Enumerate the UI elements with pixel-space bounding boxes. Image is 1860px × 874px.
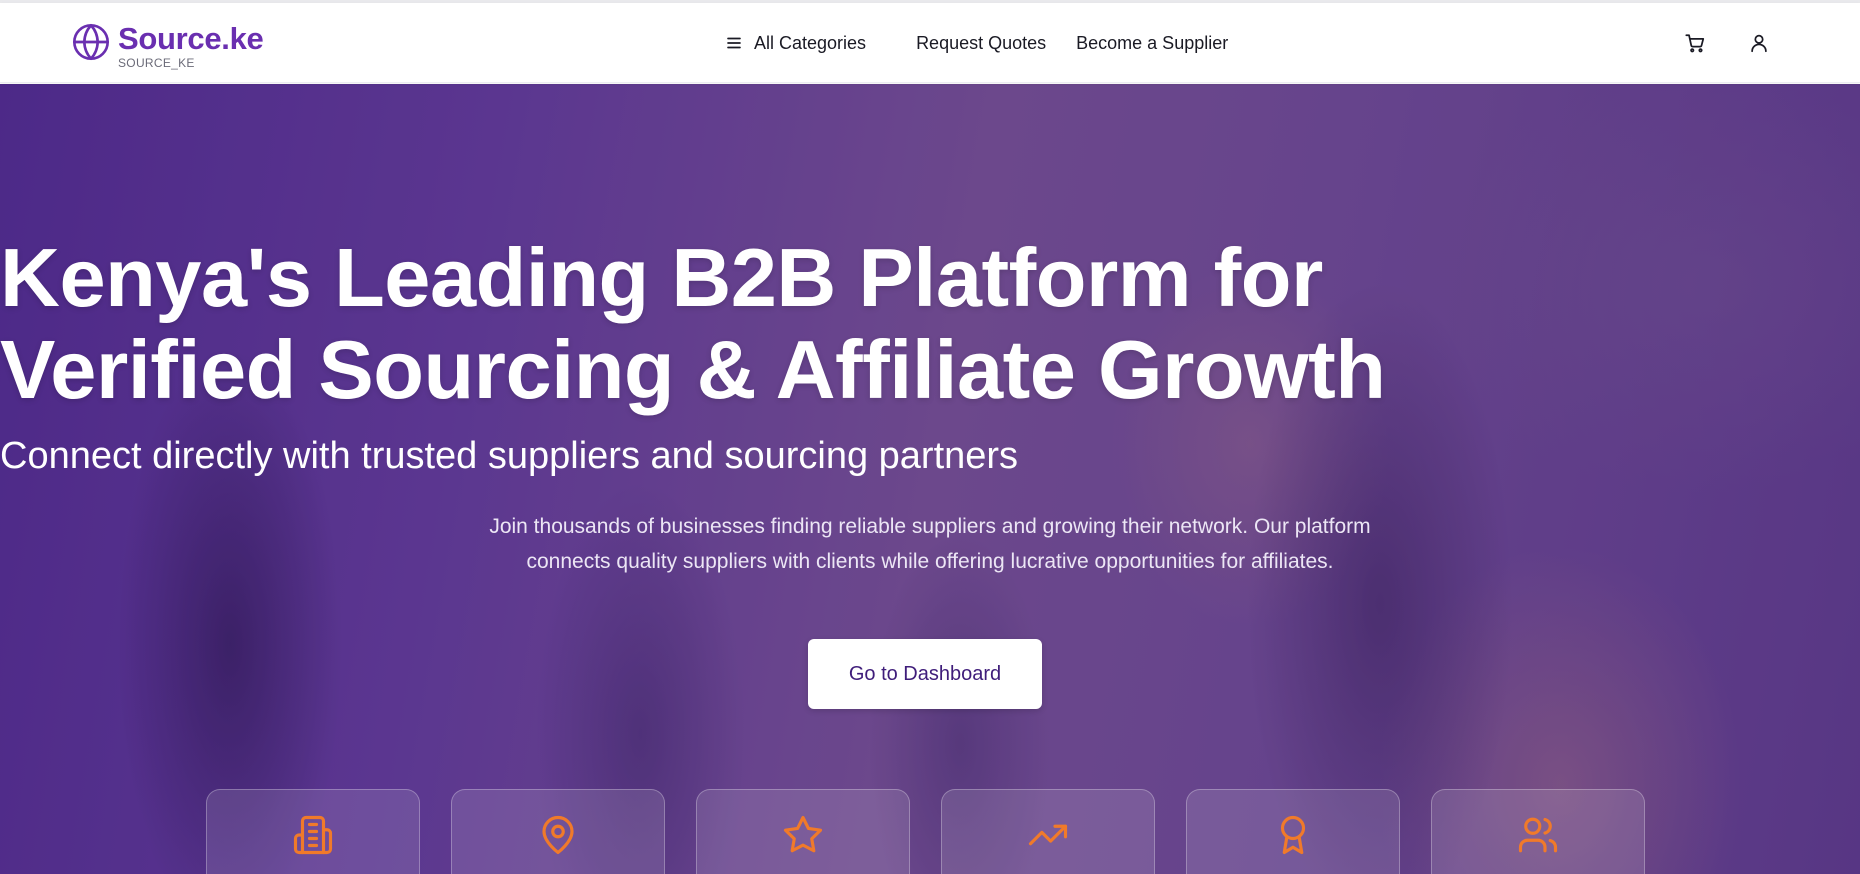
brand-logo[interactable]: Source.ke SOURCE_KE <box>71 22 264 69</box>
map-pin-icon <box>542 816 574 855</box>
hero-subtitle: Connect directly with trusted suppliers … <box>0 435 1019 477</box>
feature-card-growth[interactable] <box>941 789 1155 874</box>
all-categories-label: All Categories <box>754 32 867 53</box>
globe-icon <box>73 24 109 61</box>
hero-description-line2: connects quality suppliers with clients … <box>526 550 1334 573</box>
star-icon <box>783 815 823 853</box>
hero-title: Kenya's Leading B2B Platform for Verifie… <box>0 232 1860 416</box>
brand-subtitle: SOURCE_KE <box>118 56 195 70</box>
hero-title-line1: Kenya's Leading B2B Platform for <box>0 231 1323 324</box>
menu-icon <box>727 37 741 49</box>
feature-card-affiliates[interactable] <box>1431 789 1645 874</box>
feature-card-verified[interactable] <box>1186 789 1400 874</box>
hero-description-line1: Join thousands of businesses finding rel… <box>489 515 1371 538</box>
hero-background-photo <box>0 84 1860 874</box>
feature-card-location[interactable] <box>451 789 665 874</box>
feature-cards <box>206 789 1676 874</box>
award-icon <box>1280 815 1306 855</box>
top-navbar: Source.ke SOURCE_KE All Categories Reque… <box>0 3 1860 83</box>
hero-section: Kenya's Leading B2B Platform for Verifie… <box>0 84 1860 874</box>
hero-description: Join thousands of businesses finding rel… <box>430 509 1430 579</box>
main-menu: All Categories Request Quotes Become a S… <box>725 3 1228 83</box>
nav-actions <box>1684 3 1770 83</box>
become-supplier-link[interactable]: Become a Supplier <box>1076 33 1228 54</box>
all-categories-button[interactable]: All Categories <box>725 33 866 54</box>
request-quotes-link[interactable]: Request Quotes <box>916 33 1046 54</box>
hero-title-line2: Verified Sourcing & Affiliate Growth <box>0 323 1386 416</box>
feature-card-suppliers[interactable] <box>206 789 420 874</box>
feature-card-quality[interactable] <box>696 789 910 874</box>
brand-name: Source.ke <box>118 21 264 56</box>
cart-icon[interactable] <box>1684 32 1706 54</box>
go-to-dashboard-button[interactable]: Go to Dashboard <box>808 639 1042 709</box>
trending-up-icon <box>1028 824 1068 846</box>
building-icon <box>293 815 333 855</box>
users-icon <box>1518 817 1558 853</box>
user-icon[interactable] <box>1748 32 1770 54</box>
